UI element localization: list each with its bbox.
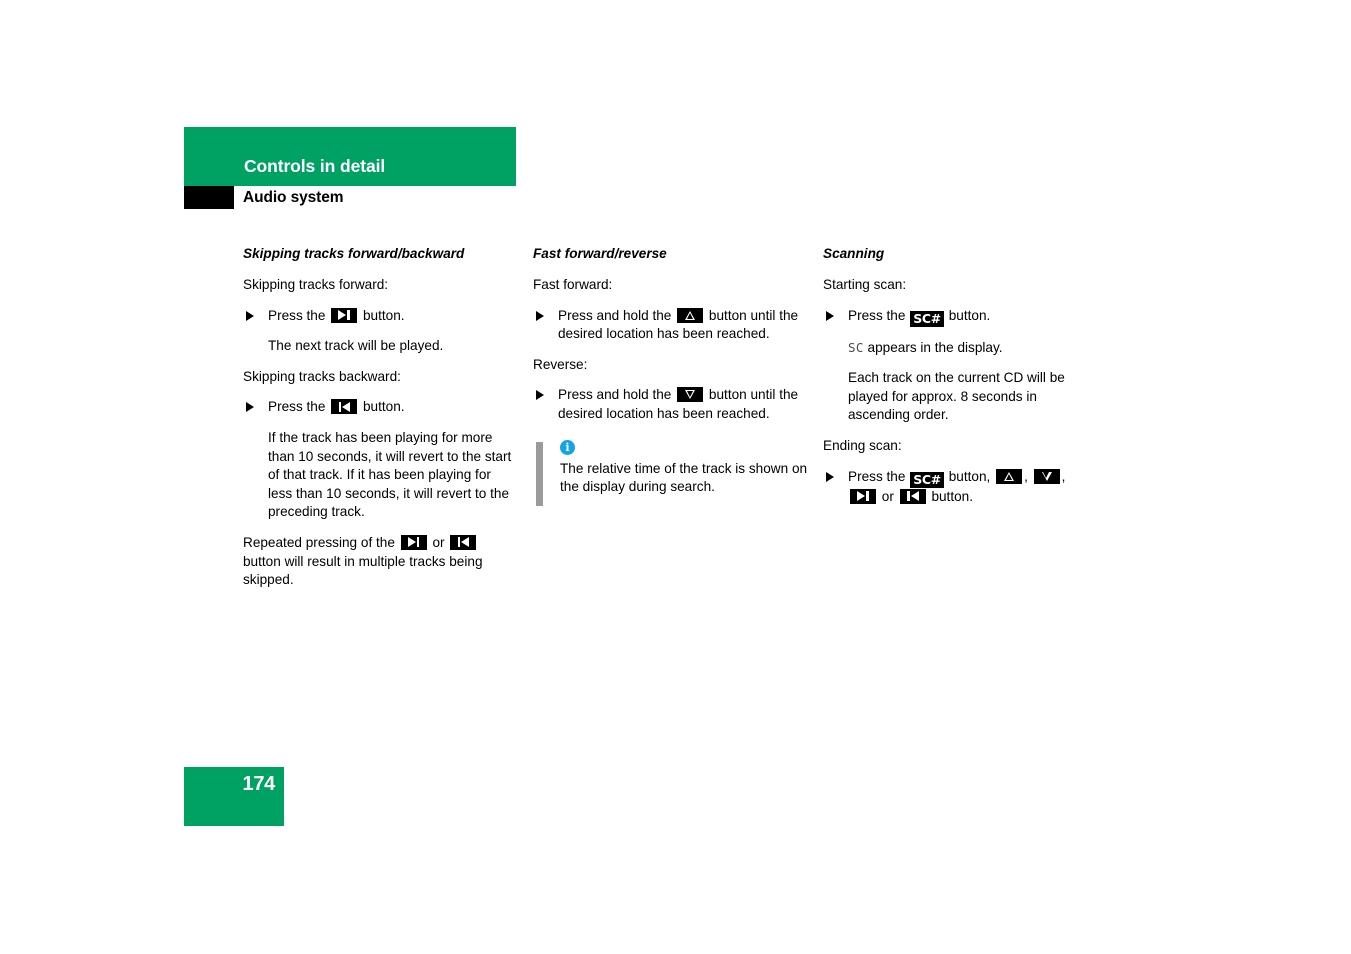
section-heading-skipping-tracks: Skipping tracks forward/backward [243,246,465,261]
step-press-hold-down: Press and hold the button until the desi… [533,386,808,423]
page-number-band: 174 [184,767,284,826]
paragraph-skipping-forward: Skipping tracks forward: [243,276,389,292]
info-note-text: The relative time of the track is shown … [560,460,808,495]
step-text-pre: Press the [268,307,326,323]
result-sc-appears-text: appears in the display. [867,339,1003,355]
down-arrow-icon[interactable] [677,387,704,403]
down-arrow-icon[interactable] [1033,468,1060,484]
step-text-post: button. [948,307,991,323]
paragraph-repeated-pressing: Repeated pressing of the or button will … [243,534,518,590]
step-end-scan: Press the SC# button, , , or button. [823,468,1098,507]
step-press-hold-up: Press and hold the button until the desi… [533,307,808,344]
step-press-previous-track: Press the button. [243,398,518,417]
bullet-triangle-icon [536,310,544,321]
up-arrow-icon[interactable] [677,307,704,323]
section-heading-scanning: Scanning [823,246,885,261]
sc-button-icon[interactable]: SC# [910,471,944,488]
step-text-pre: Press the [848,307,906,323]
bullet-triangle-icon [826,471,834,482]
step-press-next-track: Press the button. [243,307,518,326]
result-revert-behavior: If the track has been playing for more t… [268,429,512,520]
comma-2: , [1061,468,1066,484]
display-text-sc: SC [848,339,864,355]
result-scan-behavior: Each track on the current CD will be pla… [848,370,1065,423]
info-note: i The relative time of the track is show… [533,439,808,506]
end-scan-post: button. [931,488,974,504]
comma-1: , [1024,468,1028,484]
previous-track-icon[interactable] [331,399,358,415]
next-track-icon[interactable] [400,534,427,550]
end-scan-mid: button, [948,468,991,484]
page-number: 174 [242,773,276,795]
paragraph-fast-forward: Fast forward: [533,276,613,292]
end-scan-or: or [881,488,894,504]
info-icon: i [560,439,575,455]
paragraph-skipping-backward: Skipping tracks backward: [243,368,401,384]
step-press-sc: Press the SC# button. [823,307,1098,327]
step-text-pre: Press and hold the [558,307,672,323]
previous-track-icon[interactable] [899,488,926,504]
note-side-bar [536,441,543,506]
repeated-text-pre: Repeated pressing of the [243,534,395,550]
bullet-triangle-icon [826,310,834,321]
next-track-icon[interactable] [331,307,358,323]
repeated-text-post: button will result in multiple tracks be… [243,553,483,588]
step-text-pre: Press the [268,399,326,415]
sc-button-icon[interactable]: SC# [910,310,944,327]
previous-track-icon[interactable] [450,534,477,550]
content-column-3: Scanning Starting scan: Press the SC# bu… [823,246,1098,518]
paragraph-starting-scan: Starting scan: [823,276,907,292]
content-column-1: Skipping tracks forward/backward Skippin… [243,246,518,602]
next-track-icon[interactable] [850,488,876,504]
end-scan-pre: Press the [848,468,906,484]
result-sc-appears: SC appears in the display. [823,339,1098,358]
page-title: Controls in detail [244,156,386,176]
bullet-triangle-icon [246,402,254,413]
bullet-triangle-icon [246,310,254,321]
step-text-post: button. [362,307,405,323]
bullet-triangle-icon [536,390,544,401]
content-column-2: Fast forward/reverse Fast forward: Press… [533,246,808,506]
paragraph-ending-scan: Ending scan: [823,437,902,453]
repeated-text-mid: or [432,534,445,550]
up-arrow-icon[interactable] [996,468,1023,484]
paragraph-reverse: Reverse: [533,356,588,372]
header-black-marker [184,186,234,209]
page-header-band: Controls in detail [184,127,516,186]
step-text-pre: Press and hold the [558,387,672,403]
step-text-post: button. [362,399,405,415]
section-heading-fast-forward-reverse: Fast forward/reverse [533,246,667,261]
page-subtitle: Audio system [243,189,344,206]
result-next-track-played: The next track will be played. [268,338,444,354]
